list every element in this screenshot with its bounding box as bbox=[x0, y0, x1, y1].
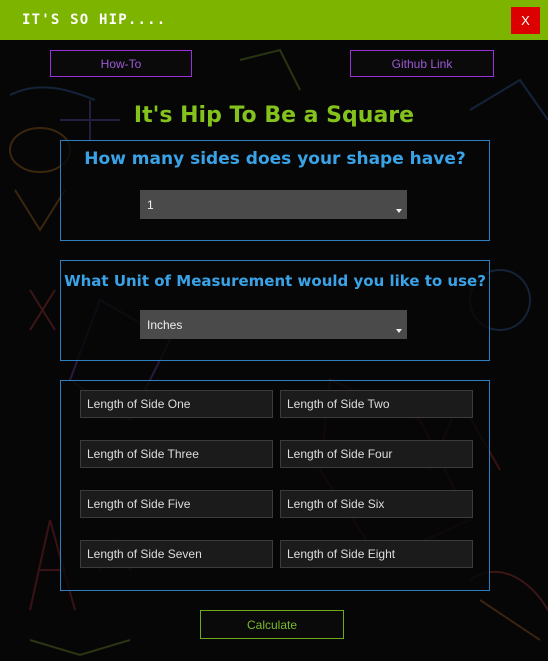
sides-select-value: 1 bbox=[147, 197, 154, 212]
page-title: It's Hip To Be a Square bbox=[133, 103, 415, 128]
side-seven-input[interactable]: Length of Side Seven bbox=[80, 540, 273, 568]
title-bar: IT'S SO HIP.... X bbox=[0, 0, 548, 40]
side-eight-input[interactable]: Length of Side Eight bbox=[280, 540, 473, 568]
how-to-button[interactable]: How-To bbox=[50, 50, 192, 77]
window-title: IT'S SO HIP.... bbox=[22, 12, 167, 28]
side-six-input[interactable]: Length of Side Six bbox=[280, 490, 473, 518]
github-link-button[interactable]: Github Link bbox=[350, 50, 494, 77]
side-five-input[interactable]: Length of Side Five bbox=[80, 490, 273, 518]
unit-question: What Unit of Measurement would you like … bbox=[64, 272, 486, 290]
unit-select-value: Inches bbox=[147, 317, 183, 332]
calculate-button[interactable]: Calculate bbox=[200, 610, 344, 639]
unit-select[interactable]: Inches bbox=[140, 310, 407, 339]
side-one-input[interactable]: Length of Side One bbox=[80, 390, 273, 418]
side-two-input[interactable]: Length of Side Two bbox=[280, 390, 473, 418]
chevron-down-icon bbox=[396, 209, 402, 213]
side-four-input[interactable]: Length of Side Four bbox=[280, 440, 473, 468]
side-three-input[interactable]: Length of Side Three bbox=[80, 440, 273, 468]
unit-panel: What Unit of Measurement would you like … bbox=[60, 260, 490, 361]
sides-select[interactable]: 1 bbox=[140, 190, 407, 219]
sides-panel: How many sides does your shape have? 1 bbox=[60, 140, 490, 241]
sides-question: How many sides does your shape have? bbox=[84, 149, 466, 169]
close-button[interactable]: X bbox=[511, 7, 540, 34]
chevron-down-icon bbox=[396, 329, 402, 333]
side-lengths-panel: Length of Side One Length of Side Two Le… bbox=[60, 380, 490, 591]
